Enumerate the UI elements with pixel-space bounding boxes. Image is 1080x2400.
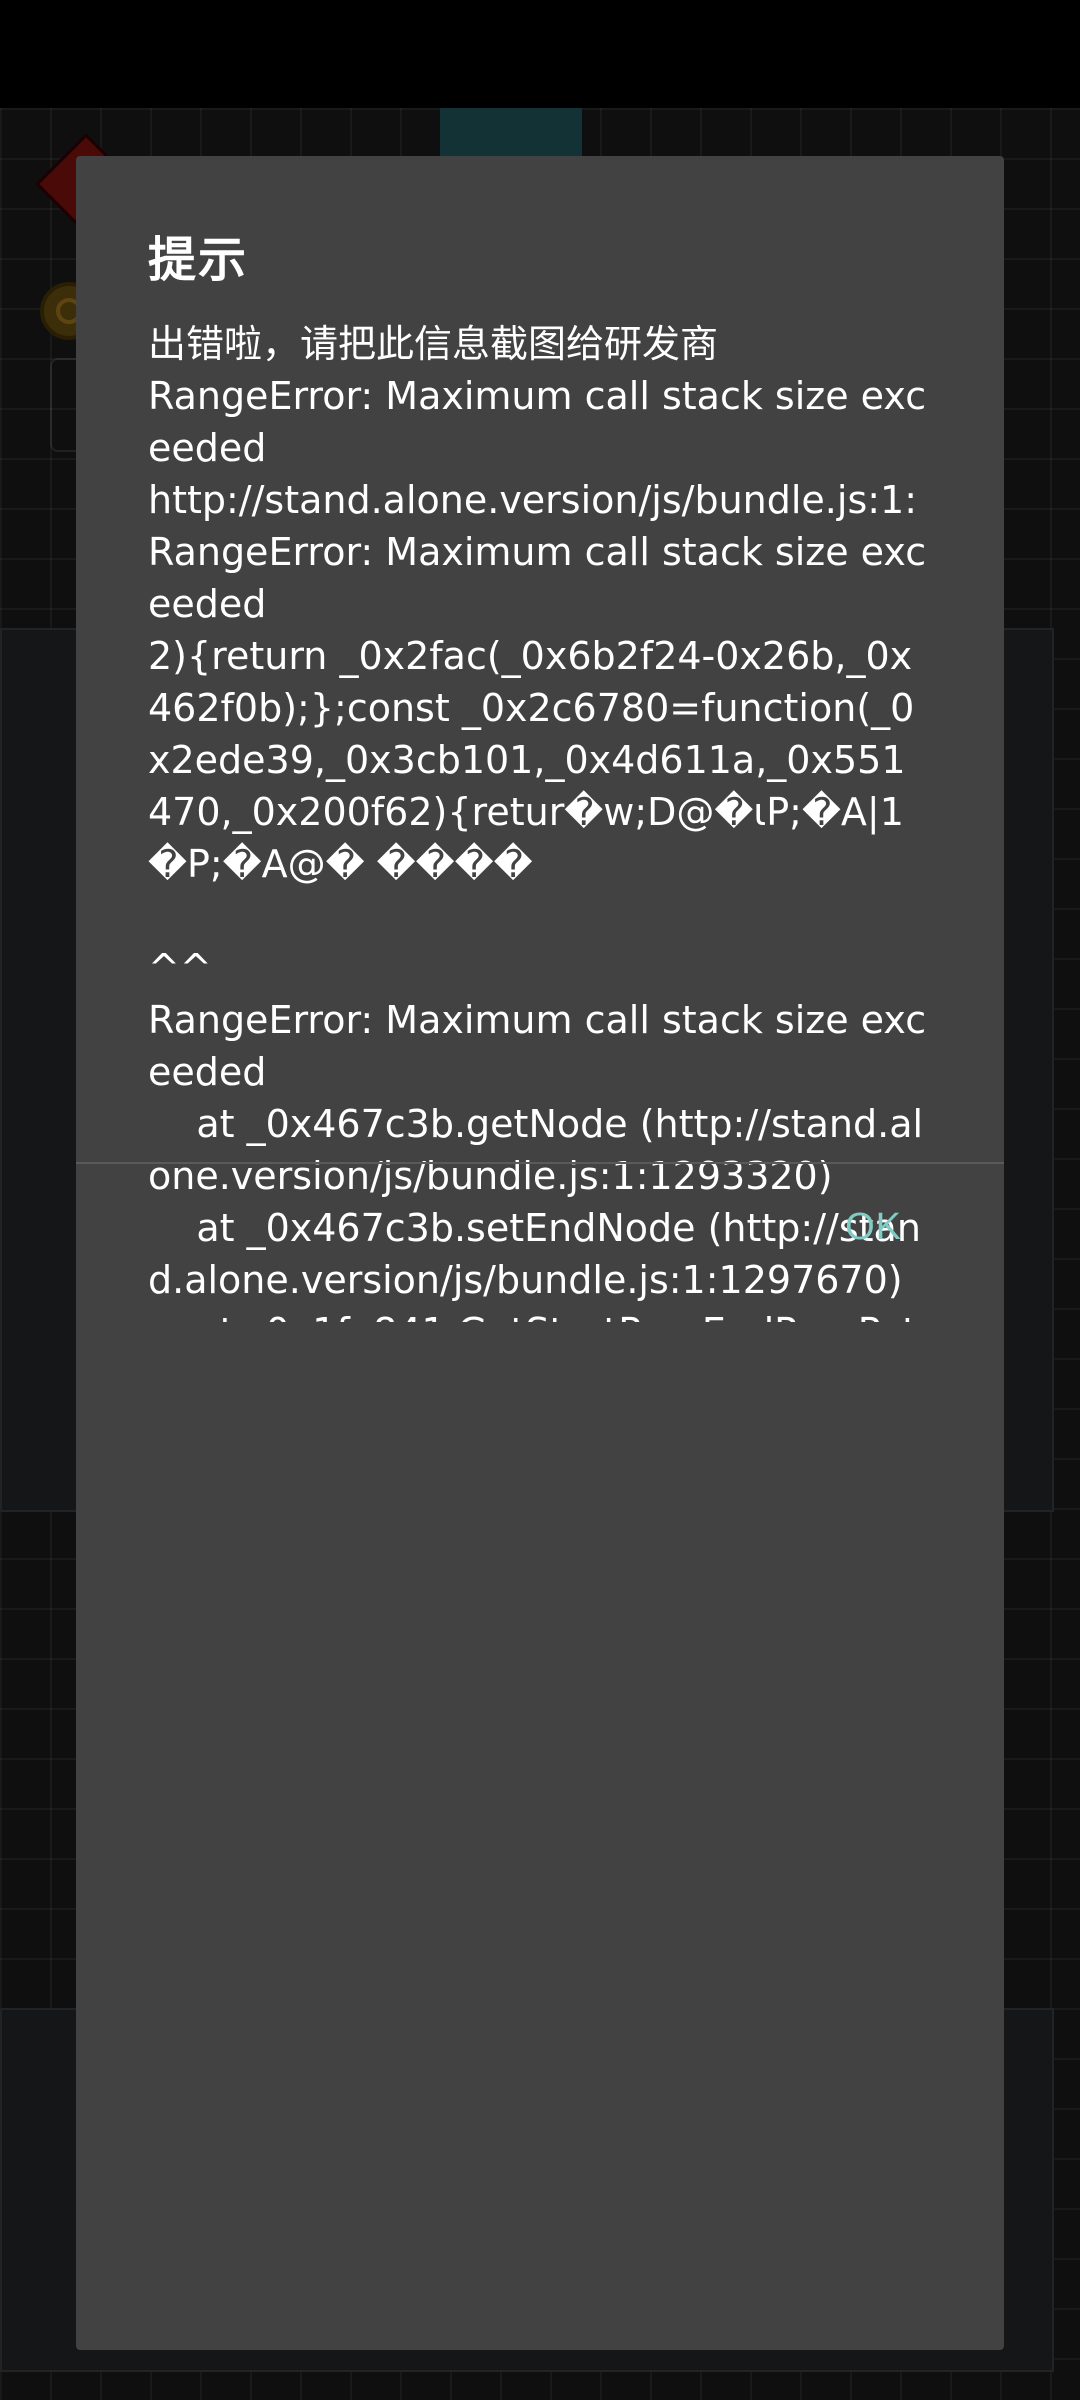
error-dialog: 提示 出错啦，请把此信息截图给研发商 RangeError: Maximum c… <box>76 156 1004 2350</box>
ok-button[interactable]: OK <box>837 1192 910 1263</box>
status-bar <box>0 0 1080 108</box>
dialog-title: 提示 <box>148 232 249 288</box>
game-tile <box>440 108 582 158</box>
dialog-divider <box>76 1162 1004 1164</box>
dialog-message[interactable]: 出错啦，请把此信息截图给研发商 RangeError: Maximum call… <box>148 318 928 1322</box>
